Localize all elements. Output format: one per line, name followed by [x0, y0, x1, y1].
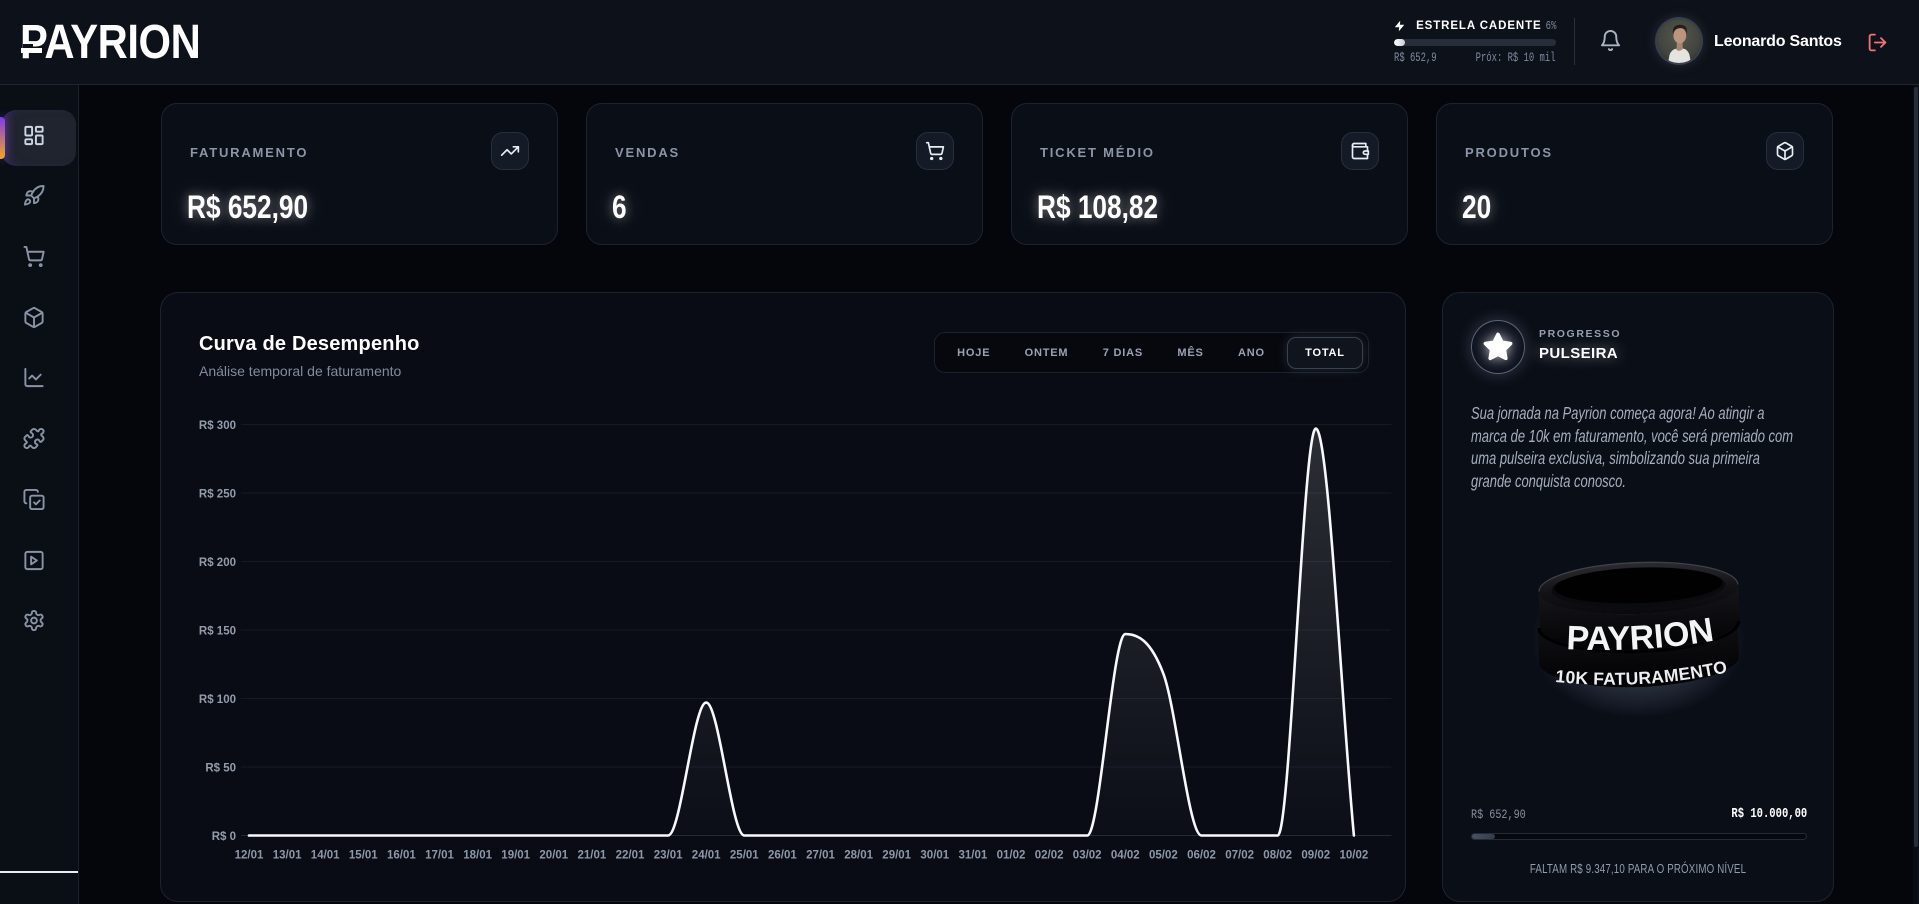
svg-text:04/02: 04/02	[1111, 850, 1140, 862]
svg-text:17/01: 17/01	[425, 850, 454, 862]
svg-text:21/01: 21/01	[578, 850, 607, 862]
svg-text:R$ 50: R$ 50	[205, 763, 236, 775]
svg-text:29/01: 29/01	[882, 850, 911, 862]
svg-text:09/02: 09/02	[1301, 850, 1330, 862]
svg-text:10/02: 10/02	[1340, 850, 1369, 862]
svg-text:R$ 300: R$ 300	[199, 420, 236, 432]
svg-text:07/02: 07/02	[1225, 850, 1254, 862]
svg-text:08/02: 08/02	[1263, 850, 1292, 862]
svg-text:R$ 200: R$ 200	[199, 557, 236, 569]
svg-text:R$ 150: R$ 150	[199, 626, 236, 638]
svg-text:13/01: 13/01	[273, 850, 302, 862]
svg-text:02/02: 02/02	[1035, 850, 1064, 862]
svg-text:26/01: 26/01	[768, 850, 797, 862]
svg-text:01/02: 01/02	[997, 850, 1026, 862]
svg-text:03/02: 03/02	[1073, 850, 1102, 862]
svg-text:06/02: 06/02	[1187, 850, 1216, 862]
svg-text:20/01: 20/01	[539, 850, 568, 862]
svg-text:31/01: 31/01	[959, 850, 988, 862]
svg-text:15/01: 15/01	[349, 850, 378, 862]
svg-text:25/01: 25/01	[730, 850, 759, 862]
svg-text:R$ 0: R$ 0	[212, 831, 236, 843]
svg-text:30/01: 30/01	[920, 850, 949, 862]
svg-text:22/01: 22/01	[616, 850, 645, 862]
svg-text:14/01: 14/01	[311, 850, 340, 862]
svg-text:12/01: 12/01	[235, 850, 264, 862]
svg-text:24/01: 24/01	[692, 850, 721, 862]
svg-text:16/01: 16/01	[387, 850, 416, 862]
svg-text:R$ 250: R$ 250	[199, 489, 236, 501]
svg-text:19/01: 19/01	[501, 850, 530, 862]
svg-text:18/01: 18/01	[463, 850, 492, 862]
svg-text:05/02: 05/02	[1149, 850, 1178, 862]
svg-text:27/01: 27/01	[806, 850, 835, 862]
svg-text:23/01: 23/01	[654, 850, 683, 862]
svg-text:R$ 100: R$ 100	[199, 694, 236, 706]
svg-text:28/01: 28/01	[844, 850, 873, 862]
